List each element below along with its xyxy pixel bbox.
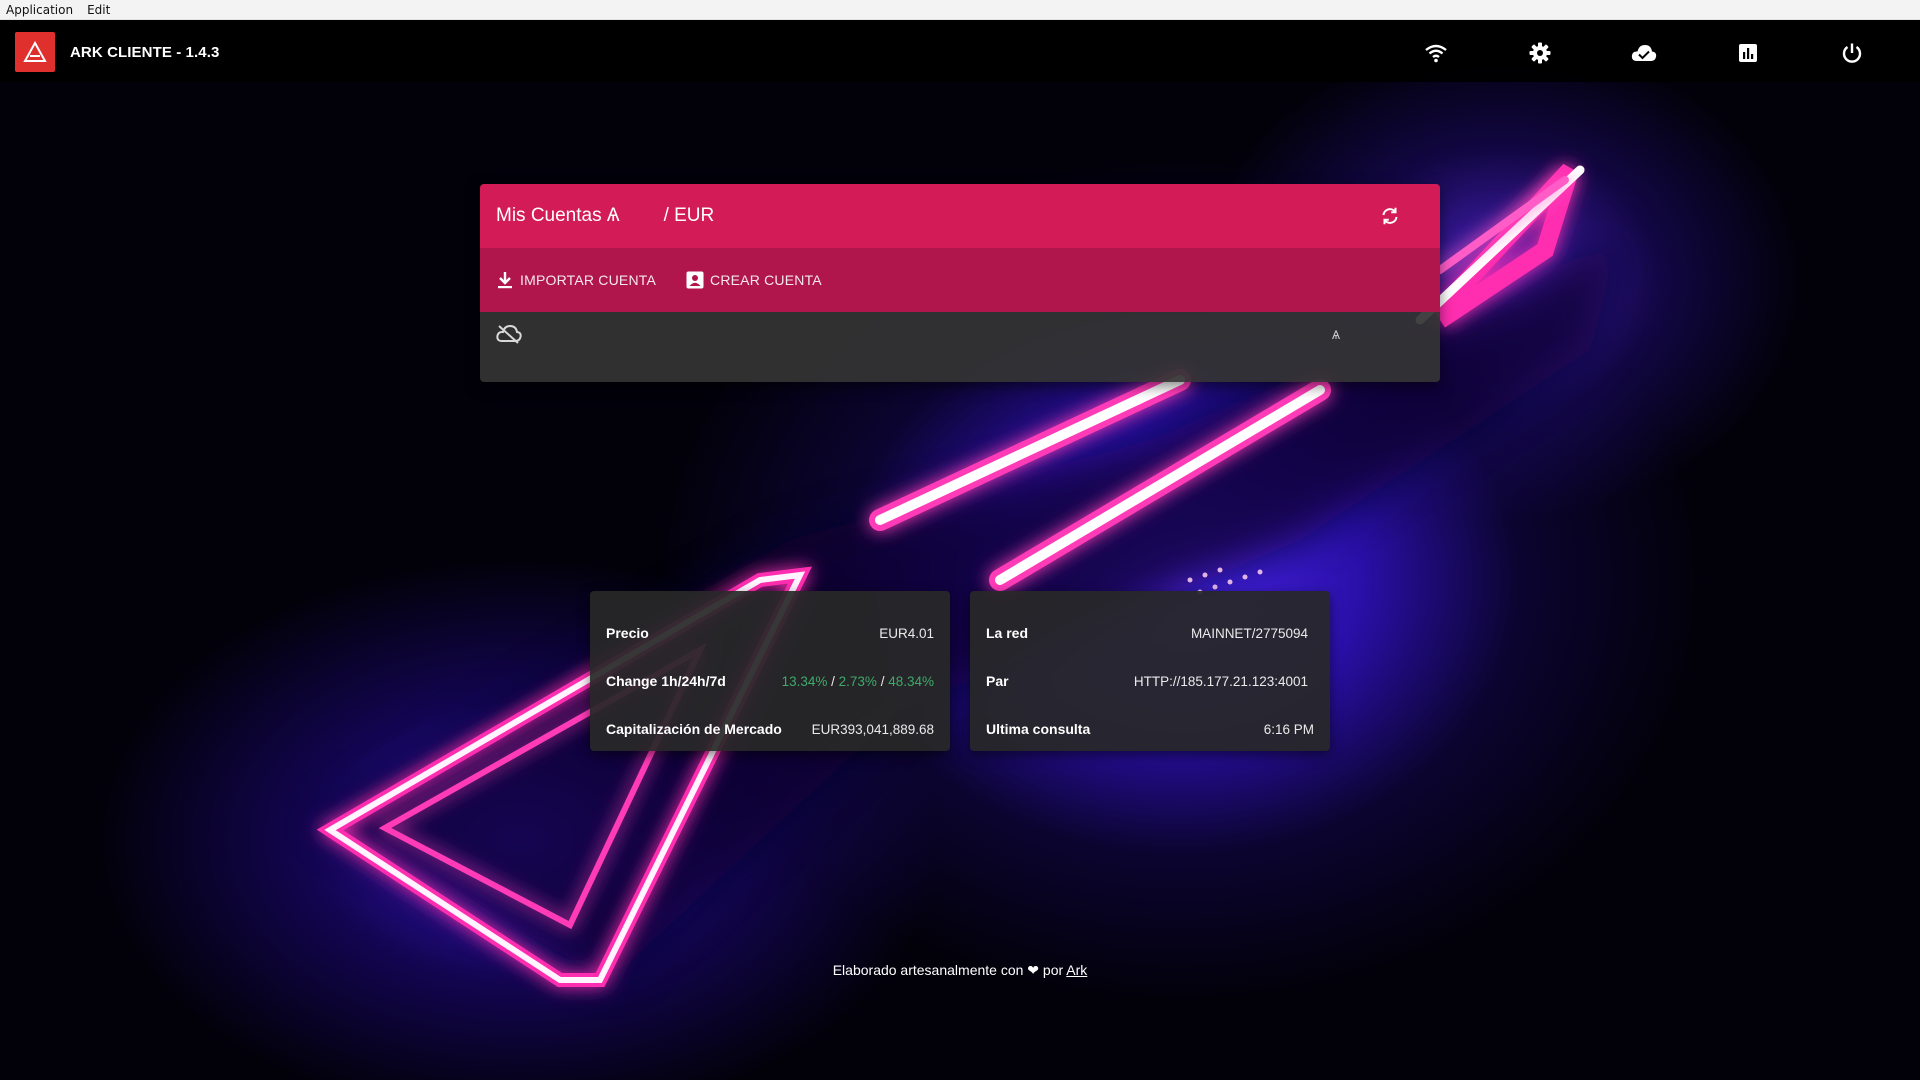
market-cap-value: EUR393,041,889.68 — [811, 721, 934, 737]
peer-label: Par — [986, 673, 1009, 689]
background-art — [0, 20, 1920, 1080]
accounts-body: Ѧ — [480, 312, 1440, 382]
balance-symbol: Ѧ — [1331, 328, 1340, 342]
create-account-button[interactable]: CREAR CUENTA — [686, 271, 822, 289]
accounts-currency: / EUR — [663, 205, 715, 226]
network-row: La red MAINNET/2775094 — [986, 623, 1314, 643]
peer-value: HTTP://185.177.21.123:4001 — [1133, 673, 1308, 689]
price-row: Precio EUR4.01 — [606, 623, 934, 643]
change-1h: 13.34% — [781, 673, 828, 689]
accounts-title: Mis Cuentas Ѧ — [496, 205, 620, 226]
market-cap-label: Capitalización de Mercado — [606, 721, 782, 737]
change-24h: 2.73% — [838, 673, 877, 689]
last-check-value: 6:16 PM — [1263, 721, 1314, 737]
footer-credit: Elaborado artesanalmente con ❤ por Ark — [0, 962, 1920, 979]
market-info-card: Precio EUR4.01 Change 1h/24h/7d 13.34% /… — [590, 591, 950, 751]
accounts-actions: IMPORTAR CUENTA CREAR CUENTA — [480, 248, 1440, 312]
neon-light-art — [316, 163, 1620, 987]
accounts-card: Mis Cuentas Ѧ / EUR IMPORTAR CUENTA CREA… — [480, 184, 1440, 382]
heart-icon: ❤ — [1027, 962, 1040, 978]
ark-logo — [15, 32, 55, 72]
change-7d: 48.34% — [888, 673, 934, 689]
change-sep-2: / — [876, 673, 889, 689]
menu-edit[interactable]: Edit — [87, 3, 110, 17]
footer-by: por — [1042, 962, 1064, 978]
menubar: Application Edit — [0, 0, 1920, 20]
ark-link[interactable]: Ark — [1066, 962, 1087, 978]
change-label: Change 1h/24h/7d — [606, 673, 726, 689]
import-account-button[interactable]: IMPORTAR CUENTA — [496, 271, 656, 289]
network-info-card: La red MAINNET/2775094 Par HTTP://185.17… — [970, 591, 1330, 751]
refresh-icon[interactable] — [1378, 204, 1402, 228]
price-label: Precio — [606, 625, 649, 641]
market-cap-row: Capitalización de Mercado EUR393,041,889… — [606, 719, 934, 739]
download-icon — [498, 272, 512, 289]
change-sep-1: / — [827, 673, 839, 689]
network-value: MAINNET/2775094 — [1190, 625, 1308, 641]
create-account-label: CREAR CUENTA — [710, 272, 822, 288]
peer-row: Par HTTP://185.177.21.123:4001 — [986, 671, 1314, 691]
last-check-label: Ultima consulta — [986, 721, 1091, 737]
cloud-off-icon — [496, 324, 522, 349]
network-label: La red — [986, 625, 1029, 641]
import-account-label: IMPORTAR CUENTA — [520, 272, 657, 288]
app-title: ARK CLIENTE - 1.4.3 — [70, 44, 220, 61]
gear-icon[interactable] — [1527, 40, 1553, 66]
contact-card-icon — [686, 271, 704, 289]
change-row: Change 1h/24h/7d 13.34% / 2.73% / 48.34% — [606, 671, 934, 691]
footer-prefix: Elaborado artesanalmente con — [832, 962, 1024, 978]
change-values: 13.34% / 2.73% / 48.34% — [782, 674, 934, 689]
last-check-row: Ultima consulta 6:16 PM — [986, 719, 1314, 739]
cloud-icon[interactable] — [1631, 40, 1657, 66]
menu-application[interactable]: Application — [6, 3, 73, 17]
power-icon[interactable] — [1839, 40, 1865, 66]
accounts-header: Mis Cuentas Ѧ / EUR — [480, 184, 1440, 248]
chart-icon[interactable] — [1735, 40, 1761, 66]
ark-logo-icon — [23, 41, 47, 62]
price-value: EUR4.01 — [879, 625, 934, 641]
app-titlebar: ARK CLIENTE - 1.4.3 — [0, 20, 1920, 82]
wifi-icon[interactable] — [1423, 40, 1449, 66]
